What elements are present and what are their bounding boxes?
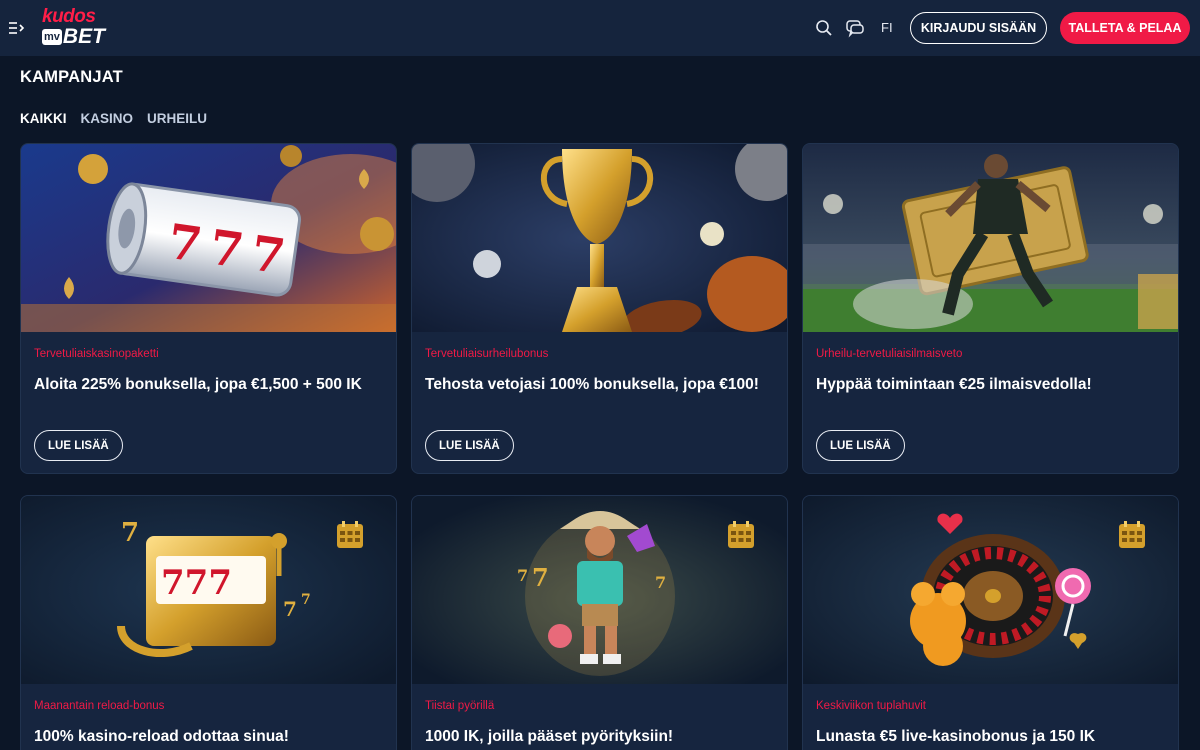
calendar-icon [1117, 520, 1147, 550]
logo-bet-text: BET [62, 25, 105, 48]
filter-tab-casino[interactable]: KASINO [81, 111, 134, 126]
logo-kudos-text: kudos [42, 6, 96, 27]
promo-card[interactable]: 7 7 7 Tiistai pyörillä 1000 IK, joilla p… [411, 495, 788, 750]
promo-title: Aloita 225% bonuksella, jopa €1,500 + 50… [34, 376, 362, 393]
promo-title: Lunasta €5 live-kasinobonus ja 150 IK [816, 728, 1096, 745]
login-button[interactable]: KIRJAUDU SISÄÄN [910, 12, 1047, 44]
svg-text:7: 7 [301, 592, 311, 608]
slot-reel-image: 7 7 7 [21, 144, 396, 332]
promo-card[interactable]: Keskiviikon tuplahuvit Lunasta €5 live-k… [802, 495, 1179, 750]
promo-category: Tervetuliaiskasinopaketti [34, 348, 159, 360]
promo-category: Maanantain reload-bonus [34, 700, 165, 712]
svg-text:777: 777 [161, 563, 232, 603]
page-title: KAMPANJAT [20, 68, 123, 86]
promo-title: 100% kasino-reload odottaa sinua! [34, 728, 289, 745]
promo-card[interactable]: 777 7 7 7 Maanantain reload-bonus 100% k… [20, 495, 397, 750]
read-more-button[interactable]: LUE LISÄÄ [816, 430, 905, 461]
deposit-play-button[interactable]: TALLETA & PELAA [1060, 12, 1190, 44]
promo-category: Keskiviikon tuplahuvit [816, 700, 926, 712]
chat-icon[interactable] [845, 18, 865, 38]
promo-card[interactable]: Urheilu-tervetuliaisilmaisveto Hyppää to… [802, 143, 1179, 474]
promo-card[interactable]: Tervetuliaisurheilubonus Tehosta vetojas… [411, 143, 788, 474]
kudosbet-logo[interactable]: kudos mv BET [42, 6, 114, 48]
promo-category: Tiistai pyörillä [425, 700, 495, 712]
promotion-filter-tabs: KAIKKI KASINO URHEILU [20, 111, 207, 126]
svg-text:7: 7 [283, 597, 297, 621]
svg-text:7: 7 [532, 563, 549, 592]
top-header: kudos mv BET FI KIRJAUDU SISÄÄN TALLETA … [0, 0, 1200, 56]
promo-title: Hyppää toimintaan €25 ilmaisvedolla! [816, 376, 1092, 393]
trophy-image [412, 144, 787, 332]
language-selector[interactable]: FI [881, 20, 893, 35]
promo-card[interactable]: 7 7 7 Tervetuliaiskasinopaketti Aloita 2… [20, 143, 397, 474]
footballer-image [803, 144, 1178, 332]
svg-text:7: 7 [121, 518, 139, 548]
promo-title: Tehosta vetojasi 100% bonuksella, jopa €… [425, 376, 759, 393]
read-more-button[interactable]: LUE LISÄÄ [34, 430, 123, 461]
promo-title: 1000 IK, joilla pääset pyörityksiin! [425, 728, 674, 745]
svg-text:7: 7 [655, 573, 666, 592]
svg-text:7: 7 [517, 566, 528, 585]
filter-tab-all[interactable]: KAIKKI [20, 111, 67, 126]
promo-category: Tervetuliaisurheilubonus [425, 348, 549, 360]
read-more-button[interactable]: LUE LISÄÄ [425, 430, 514, 461]
promo-category: Urheilu-tervetuliaisilmaisveto [816, 348, 963, 360]
calendar-icon [335, 520, 365, 550]
calendar-icon [726, 520, 756, 550]
menu-icon[interactable] [8, 18, 26, 38]
filter-tab-sports[interactable]: URHEILU [147, 111, 207, 126]
logo-badge: mv [42, 29, 62, 45]
search-icon[interactable] [814, 18, 834, 38]
